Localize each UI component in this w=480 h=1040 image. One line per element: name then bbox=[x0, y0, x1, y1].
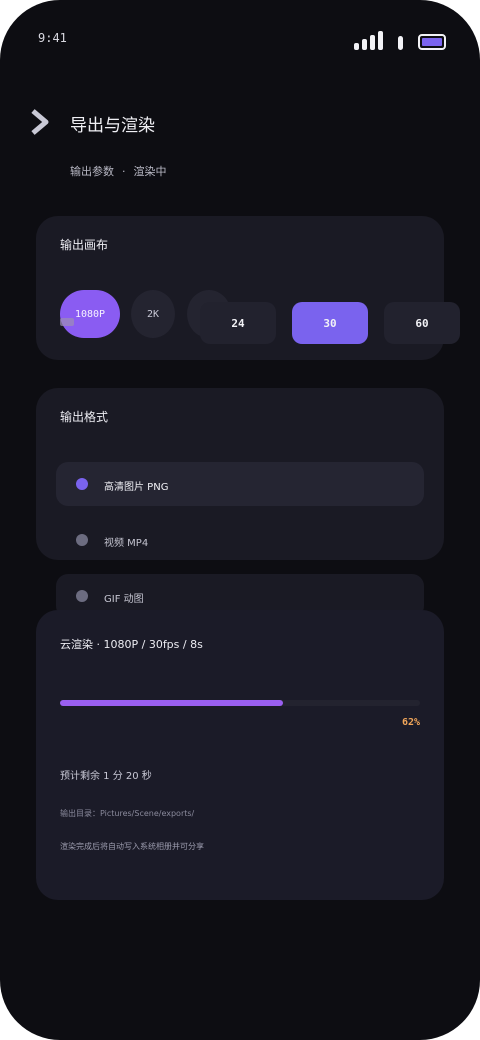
radio-icon bbox=[76, 590, 88, 602]
fps-chip-30[interactable]: 30 bbox=[292, 302, 368, 344]
output-directory: 输出目录：Pictures/Scene/exports/ bbox=[60, 809, 195, 818]
radio-selected-icon bbox=[76, 478, 88, 490]
resolution-chip-1080p[interactable]: 1080P bbox=[60, 290, 120, 338]
phone-screen: 9:41 导出与渲染 输出参数 · 渲染中 输出画布 1080P 2K 24 30 … bbox=[0, 0, 480, 1040]
cursor-marker bbox=[60, 318, 74, 326]
breadcrumb-item: 渲染中 bbox=[133, 165, 167, 178]
remaining-time: 预计剩余 1 分 20 秒 bbox=[60, 771, 152, 782]
fps-chip-24[interactable]: 24 bbox=[200, 302, 276, 344]
breadcrumb-item[interactable]: 输出参数 bbox=[70, 165, 114, 178]
render-note: 渲染完成后将自动写入系统相册并可分享 bbox=[60, 842, 204, 851]
chevron-right-icon[interactable] bbox=[28, 108, 54, 136]
breadcrumb: 输出参数 · 渲染中 bbox=[70, 165, 167, 178]
format-option-mp4[interactable]: 视频 MP4 bbox=[56, 518, 424, 562]
page-title: 导出与渲染 bbox=[70, 116, 155, 136]
progress-track bbox=[60, 700, 420, 706]
signal-icon bbox=[354, 30, 384, 50]
radio-icon bbox=[76, 534, 88, 546]
status-time: 9:41 bbox=[38, 31, 67, 45]
format-card-title: 输出格式 bbox=[60, 410, 109, 424]
resolution-chip-2k[interactable]: 2K bbox=[131, 290, 175, 338]
render-summary: 云渲染 · 1080P / 30fps / 8s bbox=[60, 638, 203, 651]
connection-icon bbox=[398, 36, 403, 50]
battery-icon bbox=[418, 34, 446, 50]
canvas-card-title: 输出画布 bbox=[60, 238, 109, 252]
format-option-png[interactable]: 高清图片 PNG bbox=[56, 462, 424, 506]
fps-chip-60[interactable]: 60 bbox=[384, 302, 460, 344]
progress-percent: 62% bbox=[401, 717, 420, 728]
progress-fill bbox=[60, 700, 284, 706]
render-card bbox=[36, 610, 444, 900]
